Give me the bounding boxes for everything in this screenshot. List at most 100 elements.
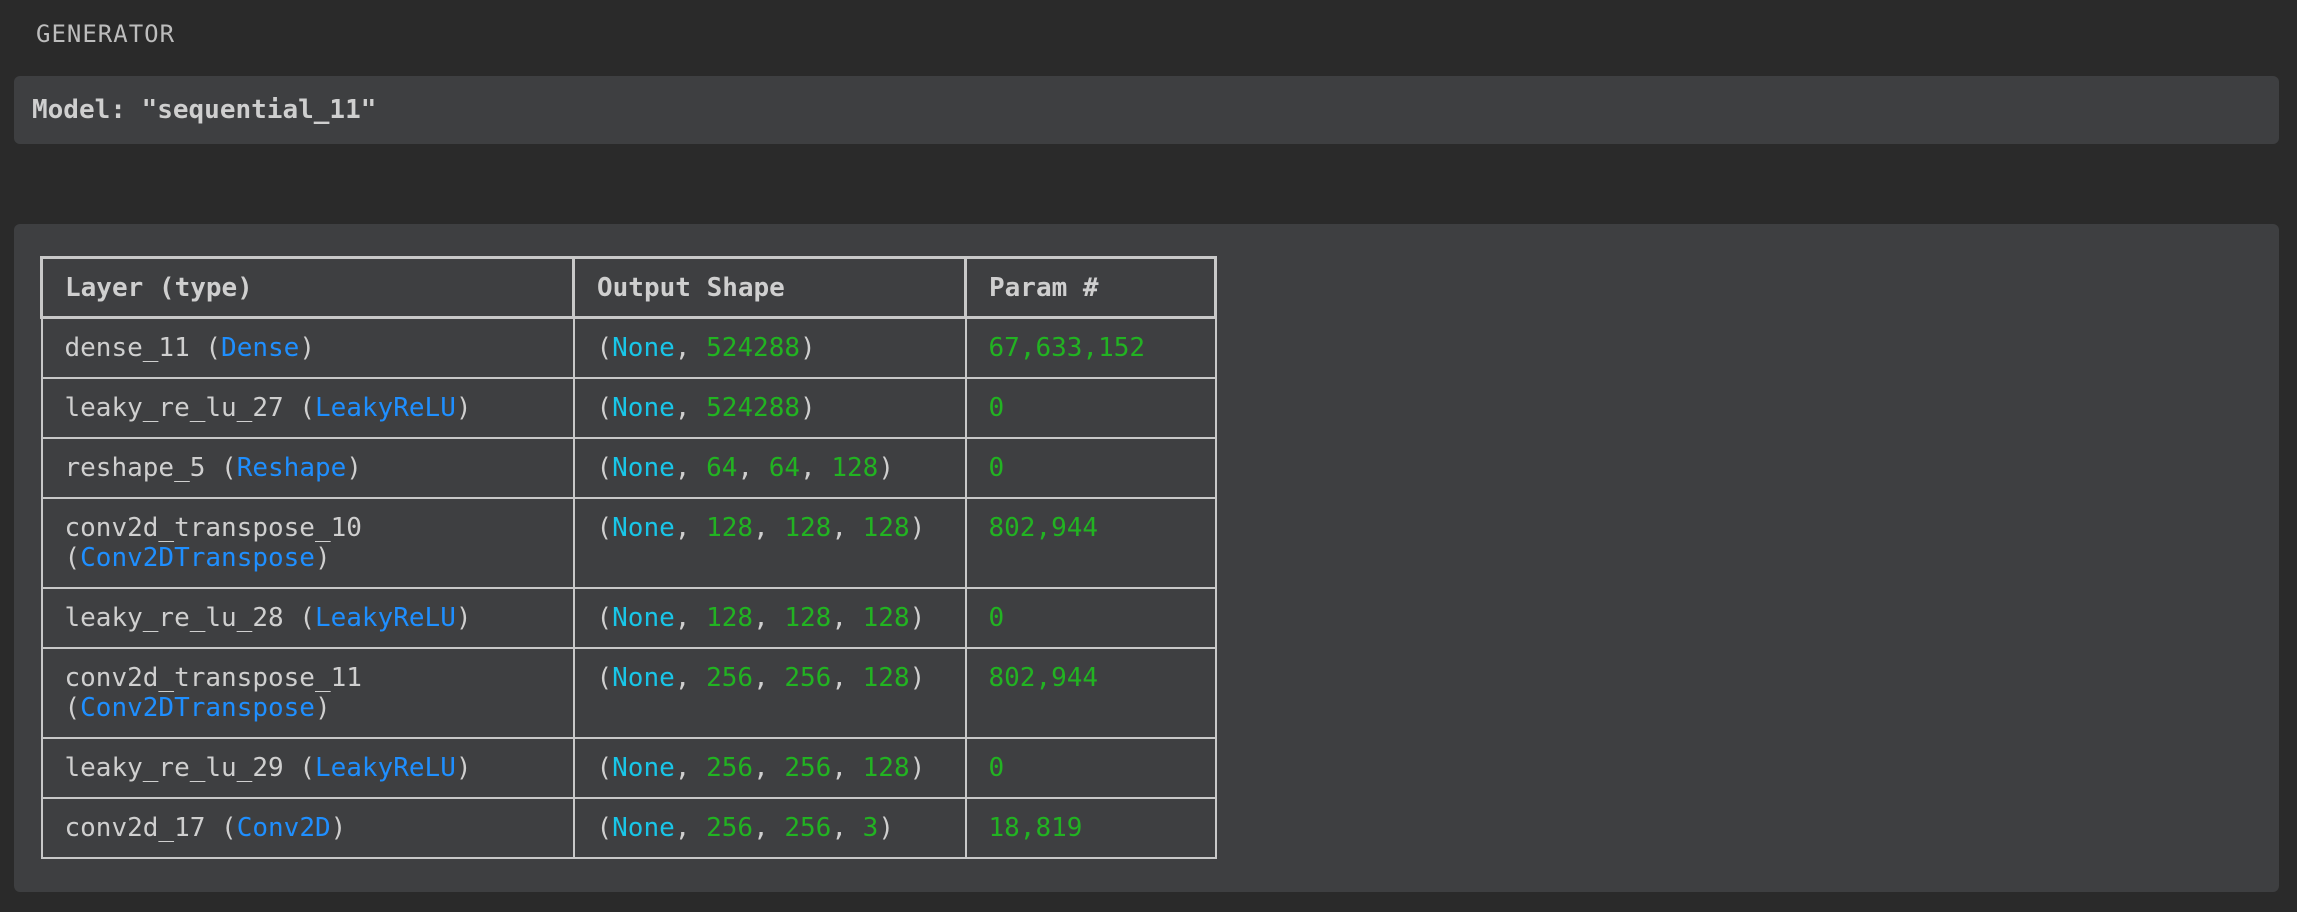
param-count: 0 (988, 392, 1005, 423)
shape-dim: 256 (706, 812, 754, 843)
output-shape-cell: (None, 128, 128, 128) (572, 496, 967, 589)
output-shape-cell: (None, 128, 128, 128) (572, 586, 967, 649)
param-count-cell: 0 (964, 586, 1217, 649)
output-shape-cell: (None, 256, 256, 3) (572, 796, 967, 859)
param-count-cell: 0 (964, 436, 1217, 499)
paren: ) (299, 333, 315, 363)
shape-dim: 128 (784, 512, 832, 543)
layer-cell: leaky_re_lu_29 (LeakyReLU) (40, 736, 575, 799)
shape-dim: 128 (706, 602, 754, 633)
layer-cell: conv2d_transpose_11 (Conv2DTranspose) (40, 646, 575, 739)
separator: , (753, 602, 785, 633)
param-count-cell: 802,944 (964, 496, 1217, 589)
separator: , (674, 752, 707, 783)
separator: , (831, 662, 863, 693)
layer-type: LeakyReLU (314, 392, 456, 423)
separator: , (831, 512, 863, 543)
output-shape-cell: (None, 524288) (572, 316, 967, 379)
column-header-params: Param # (964, 256, 1217, 319)
layer-type: Reshape (236, 452, 347, 483)
output-shape-cell: (None, 524288) (572, 376, 967, 439)
model-summary-output: Layer (type) Output Shape Param # dense_… (14, 224, 2279, 892)
separator: , (753, 662, 785, 693)
layer-name: dense_11 (64, 333, 190, 363)
paren: ( (64, 692, 81, 723)
paren: ) (909, 662, 926, 693)
param-count-cell: 18,819 (964, 796, 1217, 859)
paren: ) (909, 512, 926, 543)
paren: ( (221, 452, 237, 483)
separator: , (737, 452, 769, 483)
paren: ( (221, 812, 237, 843)
shape-dim: 524288 (706, 333, 801, 363)
shape-dim: None (612, 752, 675, 783)
paren: ( (299, 752, 315, 783)
paren: ( (64, 542, 81, 573)
paren: ( (596, 752, 613, 783)
paren: ) (878, 812, 894, 843)
separator: , (753, 812, 785, 843)
separator: , (831, 602, 863, 633)
model-summary-table: Layer (type) Output Shape Param # dense_… (40, 256, 1217, 859)
paren: ) (330, 812, 347, 843)
shape-dim: 128 (706, 512, 754, 543)
shape-dim: 64 (768, 452, 801, 483)
shape-dim: 256 (706, 752, 754, 783)
table-row: conv2d_transpose_10 (Conv2DTranspose) (Non… (40, 496, 1217, 589)
param-count: 0 (988, 602, 1005, 633)
paren: ( (205, 333, 222, 363)
shape-dim: 128 (831, 452, 879, 483)
separator: , (831, 752, 863, 783)
paren: ( (596, 512, 613, 543)
separator: , (674, 812, 707, 843)
model-title-output: Model: "sequential_11" (14, 76, 2279, 144)
shape-dim: 256 (784, 812, 832, 843)
separator: , (753, 752, 785, 783)
layer-type: LeakyReLU (314, 602, 456, 633)
table-row: leaky_re_lu_29 (LeakyReLU) (None, 256, 25… (40, 736, 1217, 799)
shape-dim: None (612, 452, 675, 483)
param-count-cell: 67,633,152 (964, 316, 1217, 379)
paren: ) (314, 692, 331, 723)
layer-name: leaky_re_lu_27 (64, 392, 284, 423)
separator: , (674, 392, 707, 423)
paren: ) (314, 542, 331, 573)
shape-dim: None (612, 602, 675, 633)
param-count: 0 (988, 452, 1005, 483)
param-count: 18,819 (988, 812, 1083, 843)
layer-name: conv2d_transpose_10 (64, 512, 362, 543)
column-header-output-shape: Output Shape (572, 256, 967, 319)
layer-name: leaky_re_lu_28 (64, 602, 284, 633)
layer-cell: leaky_re_lu_28 (LeakyReLU) (40, 586, 575, 649)
column-header-layer: Layer (type) (40, 256, 575, 319)
shape-dim: 3 (862, 812, 879, 843)
shape-dim: None (612, 662, 675, 693)
paren: ) (878, 452, 894, 483)
paren: ( (596, 392, 613, 423)
table-row: conv2d_17 (Conv2D) (None, 256, 256, 3) 18,… (40, 796, 1217, 859)
paren: ) (346, 452, 362, 483)
table-row: reshape_5 (Reshape) (None, 64, 64, 128) 0 (40, 436, 1217, 499)
shape-dim: 128 (862, 512, 910, 543)
layer-name: reshape_5 (64, 452, 206, 483)
separator: , (753, 512, 785, 543)
separator: , (800, 452, 832, 483)
table-row: leaky_re_lu_27 (LeakyReLU) (None, 524288)… (40, 376, 1217, 439)
param-count-cell: 802,944 (964, 646, 1217, 739)
paren: ) (455, 752, 472, 783)
layer-cell: leaky_re_lu_27 (LeakyReLU) (40, 376, 575, 439)
param-count: 802,944 (988, 662, 1099, 693)
paren: ( (299, 602, 315, 633)
output-shape-cell: (None, 256, 256, 128) (572, 736, 967, 799)
separator: , (831, 812, 863, 843)
paren: ( (299, 392, 315, 423)
layer-type: LeakyReLU (314, 752, 456, 783)
paren: ( (596, 812, 613, 843)
param-count: 67,633,152 (988, 333, 1146, 363)
shape-dim: 256 (784, 752, 832, 783)
table-header-row: Layer (type) Output Shape Param # (40, 256, 1217, 319)
layer-name: leaky_re_lu_29 (64, 752, 284, 783)
paren: ) (455, 602, 472, 633)
shape-dim: 128 (862, 662, 910, 693)
shape-dim: 524288 (706, 392, 801, 423)
